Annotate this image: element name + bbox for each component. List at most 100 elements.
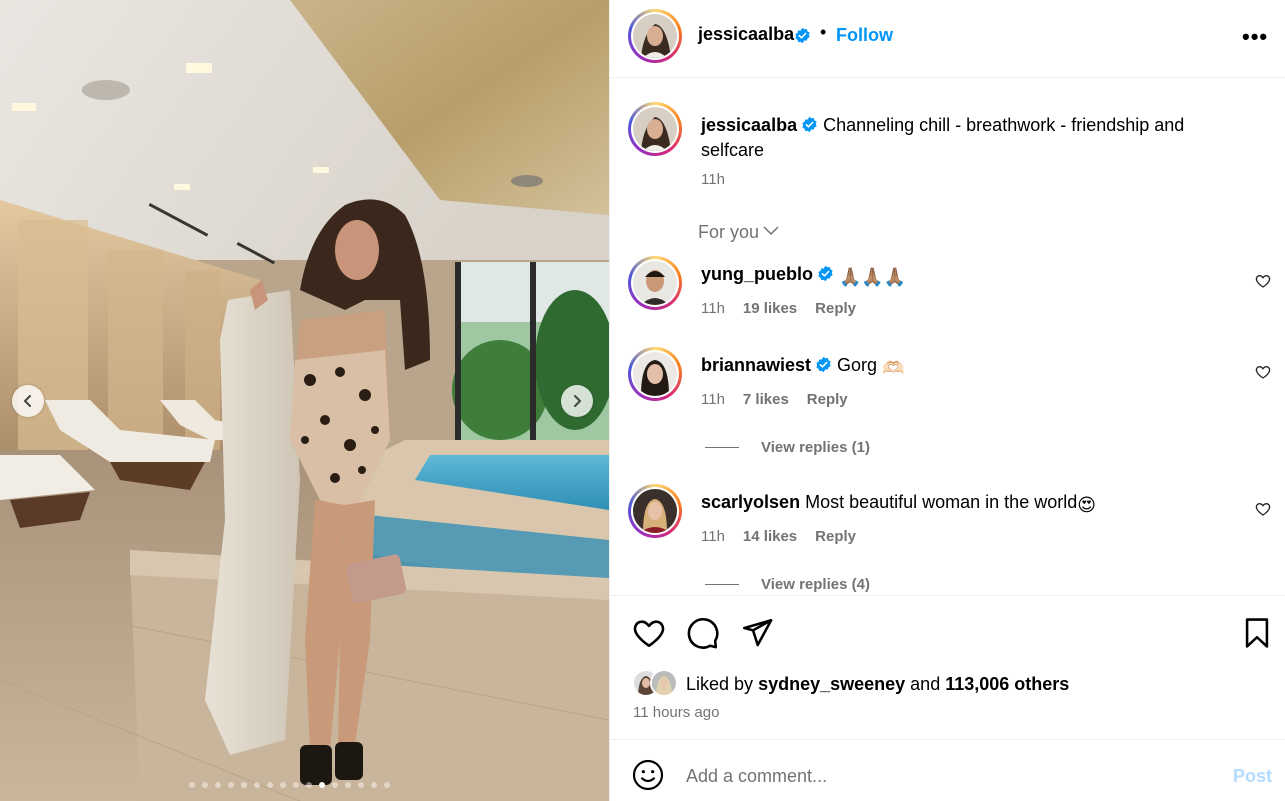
reply-button[interactable]: Reply xyxy=(815,528,856,545)
post-photo[interactable] xyxy=(0,0,609,801)
carousel-dot xyxy=(384,782,390,788)
verified-badge-icon xyxy=(816,356,831,373)
comment-bubble-icon xyxy=(687,618,719,649)
commenter-avatar[interactable] xyxy=(628,256,682,310)
comment-item: scarlyolsen Most beautiful woman in the … xyxy=(628,484,1271,545)
carousel-dot xyxy=(254,782,260,788)
comment-content: yung_pueblo 🙏🏽🙏🏽🙏🏽 xyxy=(701,264,906,288)
share-button[interactable] xyxy=(740,616,774,650)
comment-like-icon[interactable] xyxy=(1255,364,1271,380)
carousel-dot xyxy=(280,782,286,788)
comment-time: 11h xyxy=(701,528,725,545)
carousel-dot xyxy=(371,782,377,788)
liked-by-avatars[interactable] xyxy=(632,669,682,697)
comment-emoji: 😍 xyxy=(1077,495,1096,515)
comment-likes[interactable]: 7 likes xyxy=(743,391,789,408)
save-button[interactable] xyxy=(1240,616,1274,650)
bookmark-icon xyxy=(1245,618,1269,648)
carousel-prev-button[interactable] xyxy=(12,385,44,417)
more-options-icon[interactable]: ••• xyxy=(1242,24,1268,50)
liked-others-count[interactable]: 113,006 others xyxy=(945,674,1069,694)
caption-avatar[interactable] xyxy=(628,102,682,156)
carousel-dot xyxy=(345,782,351,788)
carousel-dot xyxy=(293,782,299,788)
comment-username[interactable]: briannawiest xyxy=(701,355,811,375)
verified-badge-icon xyxy=(802,116,817,133)
header-separator: • xyxy=(820,22,827,42)
sort-label: For you xyxy=(698,222,760,242)
comment-emoji: 🫶🏻 xyxy=(882,358,905,378)
replies-divider xyxy=(705,447,739,448)
author-avatar[interactable] xyxy=(628,9,682,63)
view-replies-button[interactable]: View replies (1) xyxy=(705,439,870,456)
replies-divider xyxy=(705,584,739,585)
liked-by-text: Liked by sydney_sweeney and 113,006 othe… xyxy=(686,674,1069,695)
author-username[interactable]: jessicaalba xyxy=(698,24,794,45)
profile-photo xyxy=(652,671,676,695)
comment-button[interactable] xyxy=(686,616,720,650)
reply-button[interactable]: Reply xyxy=(815,300,856,317)
carousel-dot-active xyxy=(319,782,325,788)
post-timestamp[interactable]: 11 hours ago xyxy=(633,704,719,721)
post-comment-button[interactable]: Post xyxy=(1233,766,1272,787)
comment-text: Most beautiful woman in the world xyxy=(805,492,1078,512)
profile-photo xyxy=(633,489,677,533)
profile-photo xyxy=(633,14,677,58)
chevron-down-icon xyxy=(763,226,779,236)
carousel-dot xyxy=(202,782,208,788)
comment-content: briannawiest Gorg 🫶🏻 xyxy=(701,355,905,379)
comment-item: briannawiest Gorg 🫶🏻 11h 7 likes Reply xyxy=(628,347,1271,408)
comment-meta: 11h 19 likes Reply xyxy=(701,300,874,317)
comment-time: 11h xyxy=(701,300,725,317)
comment-emoji: 🙏🏽🙏🏽🙏🏽 xyxy=(839,267,907,287)
liked-connector: and xyxy=(910,674,941,694)
caption-text: jessicaalba Channeling chill - breathwor… xyxy=(701,113,1231,163)
comment-likes[interactable]: 19 likes xyxy=(743,300,797,317)
carousel-dot xyxy=(358,782,364,788)
post-details-panel: jessicaalba • Follow ••• jessicaalba Cha… xyxy=(609,0,1285,801)
post-actions: Liked by sydney_sweeney and 113,006 othe… xyxy=(610,595,1285,740)
emoji-picker-button[interactable] xyxy=(632,759,664,791)
commenter-avatar[interactable] xyxy=(628,484,682,538)
carousel-indicator xyxy=(189,782,390,788)
carousel-dot xyxy=(241,782,247,788)
profile-photo xyxy=(633,261,677,305)
comment-sort-dropdown[interactable]: For you xyxy=(698,222,779,243)
smiley-icon xyxy=(632,759,664,791)
follow-button[interactable]: Follow xyxy=(836,25,893,46)
liked-prefix: Liked by xyxy=(686,674,754,694)
comment-input[interactable] xyxy=(686,762,1206,790)
comment-username[interactable]: yung_pueblo xyxy=(701,264,813,284)
verified-badge-icon xyxy=(795,27,810,44)
carousel-next-button[interactable] xyxy=(561,385,593,417)
comment-like-icon[interactable] xyxy=(1255,501,1271,517)
comment-time: 11h xyxy=(701,391,725,408)
commenter-avatar[interactable] xyxy=(628,347,682,401)
carousel-dot xyxy=(189,782,195,788)
liker-avatar xyxy=(650,669,678,697)
chevron-left-icon xyxy=(24,395,31,407)
comments-section[interactable]: jessicaalba Channeling chill - breathwor… xyxy=(610,79,1285,595)
heart-icon xyxy=(633,620,665,648)
comment-likes[interactable]: 14 likes xyxy=(743,528,797,545)
post-header: jessicaalba • Follow ••• xyxy=(610,0,1285,78)
verified-badge-icon xyxy=(818,265,833,282)
like-button[interactable] xyxy=(632,616,666,650)
comment-text: Gorg xyxy=(837,355,878,375)
carousel-dot xyxy=(267,782,273,788)
view-replies-button[interactable]: View replies (4) xyxy=(705,576,870,593)
liked-by-user[interactable]: sydney_sweeney xyxy=(758,674,905,694)
comment-content: scarlyolsen Most beautiful woman in the … xyxy=(701,492,1096,516)
comment-composer: Post xyxy=(610,739,1285,801)
comment-like-icon[interactable] xyxy=(1255,273,1271,289)
carousel-dot xyxy=(306,782,312,788)
chevron-right-icon xyxy=(574,395,581,407)
paper-plane-icon xyxy=(742,618,773,647)
caption-username[interactable]: jessicaalba xyxy=(701,115,797,135)
view-replies-label: View replies (4) xyxy=(761,576,870,593)
carousel-dot xyxy=(215,782,221,788)
comment-username[interactable]: scarlyolsen xyxy=(701,492,800,512)
profile-photo xyxy=(633,107,677,151)
spa-photo xyxy=(0,0,609,801)
reply-button[interactable]: Reply xyxy=(807,391,848,408)
